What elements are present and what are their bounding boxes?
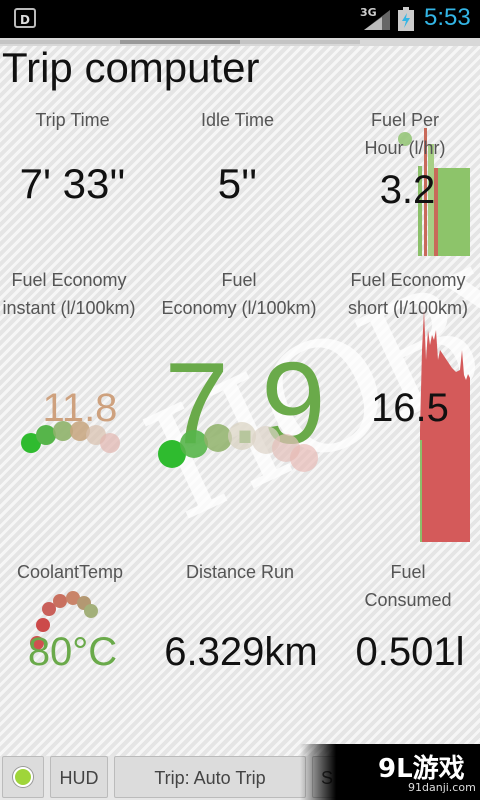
trip-time-value: 7' 33''	[19, 160, 126, 207]
coolant-temp-value: 80°C	[27, 630, 118, 674]
app-notification-icon: D	[14, 8, 36, 28]
fuel-consumed-label: Fuel Consumed	[364, 562, 452, 610]
fuel-per-hour-label: Fuel Per Hour (l/hr)	[364, 110, 446, 158]
coolant-temp-label: CoolantTemp	[16, 562, 124, 582]
status-indicator-icon	[13, 767, 33, 787]
fuel-economy-label: Fuel Economy (l/100km)	[161, 270, 317, 318]
status-time: 5:53	[424, 4, 471, 31]
brand-logo: 9L游戏	[378, 754, 465, 784]
fuel-consumed-value: 0.501l	[355, 630, 465, 674]
battery-charging-icon	[398, 7, 414, 31]
hud-button[interactable]: HUD	[50, 756, 108, 798]
status-indicator-button[interactable]	[2, 756, 44, 798]
trip-time-label: Trip Time	[35, 110, 110, 130]
instant-trend-dot	[100, 433, 120, 453]
coolant-trend-dot	[53, 594, 67, 608]
idle-time-label: Idle Time	[200, 110, 275, 130]
fuel-economy-short-value: 16.5	[371, 386, 449, 430]
page-title: Trip computer	[2, 44, 260, 91]
signal-icon	[364, 10, 390, 30]
idle-time-value: 5''	[217, 160, 258, 207]
status-bar: D 3G 5:53	[0, 0, 480, 38]
trip-select-button[interactable]: Trip: Auto Trip	[114, 756, 306, 798]
economy-trend-dot	[290, 444, 318, 472]
fuel-per-hour-value: 3.2	[379, 168, 436, 212]
brand-url: 91danji.com	[408, 781, 476, 794]
coolant-trend-dot	[84, 604, 98, 618]
distance-run-value: 6.329km	[164, 630, 318, 674]
fuel-economy-instant-label: Fuel Economy instant (l/100km)	[2, 270, 136, 318]
distance-run-label: Distance Run	[185, 562, 295, 582]
